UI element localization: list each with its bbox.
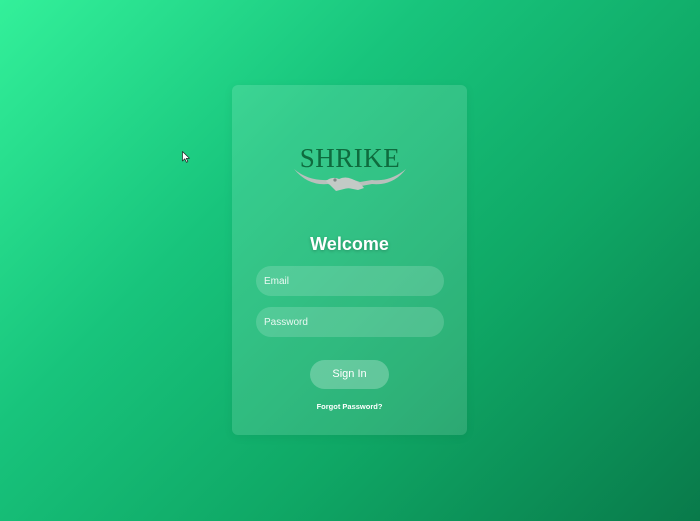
password-input[interactable]: [256, 307, 444, 337]
sign-in-button[interactable]: Sign In: [310, 360, 389, 389]
logo-text: SHRIKE: [300, 143, 401, 173]
forgot-password-link[interactable]: Forgot Password?: [232, 402, 467, 411]
mouse-cursor-icon: [182, 151, 190, 163]
shrike-logo: SHRIKE: [294, 143, 406, 191]
welcome-heading: Welcome: [310, 234, 389, 254]
email-input[interactable]: [256, 266, 444, 296]
